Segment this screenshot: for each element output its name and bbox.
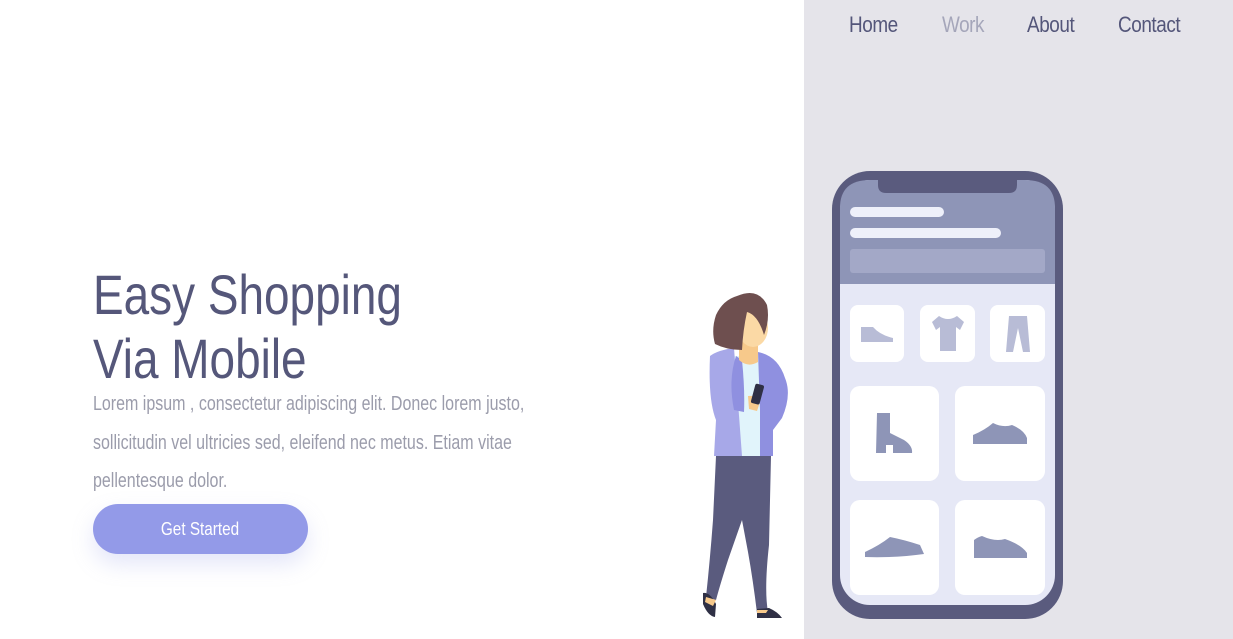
get-started-button[interactable]: Get Started	[93, 504, 308, 554]
nav-home-link[interactable]: Home	[849, 12, 898, 38]
top-navigation: Home Work About Contact	[849, 8, 1190, 42]
header-line-1	[850, 207, 944, 217]
hero-title-line-2: Via Mobile	[93, 327, 307, 390]
header-line-2	[850, 228, 1001, 238]
phone-illustration	[832, 171, 1063, 619]
shopping-illustration	[703, 171, 1063, 619]
nav-about-link[interactable]: About	[1027, 12, 1075, 38]
woman-illustration	[703, 293, 788, 618]
hero-title-line-1: Easy Shopping	[93, 263, 402, 326]
category-tile-pants	[990, 305, 1045, 362]
search-bar-shape	[850, 249, 1045, 273]
nav-work-link[interactable]: Work	[942, 12, 985, 38]
hero-title: Easy Shopping Via Mobile	[93, 263, 478, 391]
hero-section: Easy Shopping Via Mobile Lorem ipsum , c…	[93, 263, 563, 501]
hero-description: Lorem ipsum , consectetur adipiscing eli…	[93, 393, 525, 492]
get-started-label: Get Started	[161, 518, 240, 539]
product-tile-1	[850, 386, 939, 481]
nav-contact-link[interactable]: Contact	[1118, 12, 1181, 38]
